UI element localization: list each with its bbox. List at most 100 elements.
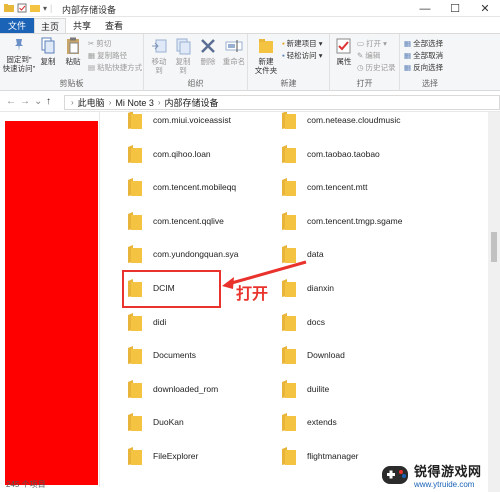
- copy-path-label: 复制路径: [97, 51, 128, 60]
- folder-item[interactable]: didi: [127, 312, 166, 332]
- folder-item[interactable]: com.tencent.mobileqq: [127, 177, 236, 197]
- easy-access-icon: ▪: [282, 51, 285, 60]
- folder-name: dianxin: [307, 283, 334, 293]
- folder-item[interactable]: com.miui.voiceassist: [127, 112, 231, 130]
- vertical-scrollbar[interactable]: [488, 112, 500, 492]
- folder-item[interactable]: extends: [281, 412, 337, 432]
- new-folder-button[interactable]: 新建 文件夹: [252, 37, 280, 75]
- up-button[interactable]: ↑: [46, 96, 51, 107]
- folder-icon: [282, 413, 296, 432]
- new-item-button[interactable]: ▪ 新建项目 ▾: [282, 38, 323, 49]
- forward-button[interactable]: →: [20, 96, 30, 107]
- minimize-button[interactable]: —: [410, 0, 440, 17]
- folder-item[interactable]: DuoKan: [127, 412, 184, 432]
- move-to-button[interactable]: 移动到: [148, 37, 170, 75]
- cut-button[interactable]: ✂ 剪切: [88, 38, 111, 49]
- folder-item[interactable]: Download: [281, 345, 345, 365]
- folder-item[interactable]: Documents: [127, 345, 196, 365]
- open-icon: ▭: [357, 39, 365, 48]
- recent-locations-button[interactable]: ⌄: [34, 96, 42, 107]
- tab-file[interactable]: 文件: [0, 18, 34, 33]
- breadcrumb-device[interactable]: Mi Note 3: [115, 98, 154, 108]
- tab-home[interactable]: 主页: [34, 18, 66, 33]
- rename-button[interactable]: 重命名: [222, 37, 246, 66]
- folder-icon: [282, 211, 296, 230]
- back-button[interactable]: ←: [6, 96, 16, 107]
- paste-icon: [67, 37, 79, 54]
- copy-button[interactable]: 复制: [38, 37, 58, 66]
- properties-icon[interactable]: [17, 3, 27, 13]
- folder-item[interactable]: FileExplorer: [127, 446, 198, 466]
- folder-icon: [4, 4, 14, 12]
- watermark-url: www.ytruide.com: [414, 480, 475, 489]
- paste-shortcut-icon: ▤: [88, 63, 96, 72]
- folder-item[interactable]: com.netease.cloudmusic: [281, 112, 401, 130]
- easy-access-button[interactable]: ▪ 轻松访问 ▾: [282, 50, 323, 61]
- easy-access-label: 轻松访问 ▾: [286, 51, 323, 60]
- folder-name: com.miui.voiceassist: [153, 115, 231, 125]
- history-button[interactable]: ◷ 历史记录: [357, 62, 396, 73]
- edit-icon: ✎: [357, 51, 364, 60]
- new-group-label: 新建: [280, 79, 297, 88]
- new-group: 新建 文件夹 ▪ 新建项目 ▾ ▪ 轻松访问 ▾ 新建: [248, 34, 330, 91]
- pin-quick-access-button[interactable]: 固定到" 快速访问": [2, 37, 36, 73]
- close-button[interactable]: ✕: [470, 0, 500, 17]
- folder-name: com.qihoo.loan: [153, 148, 211, 159]
- breadcrumb-this-pc[interactable]: 此电脑: [78, 96, 105, 109]
- copy-path-button[interactable]: ▦ 复制路径: [88, 50, 127, 61]
- breadcrumb-internal-storage[interactable]: 内部存储设备: [165, 96, 219, 109]
- tab-share[interactable]: 共享: [66, 18, 98, 33]
- select-none-label: 全部取消: [413, 51, 444, 60]
- select-all-button[interactable]: ▦ 全部选择: [404, 38, 443, 49]
- paste-button[interactable]: 粘贴: [62, 37, 84, 66]
- open-button[interactable]: ▭ 打开 ▾: [357, 38, 387, 49]
- folder-item[interactable]: com.taobao.taobao: [281, 144, 380, 164]
- open-group: 属性 ▭ 打开 ▾ ✎ 编辑 ◷ 历史记录 打开: [330, 34, 400, 91]
- invert-selection-button[interactable]: ▦ 反向选择: [404, 62, 443, 73]
- gamepad-logo-icon: [382, 466, 408, 484]
- paste-shortcut-button[interactable]: ▤ 粘贴快捷方式: [88, 62, 142, 73]
- organize-group: 移动到 复制到 删除 重命名 组织: [144, 34, 248, 91]
- copy-to-button[interactable]: 复制到: [172, 37, 194, 75]
- quick-access-toolbar: ▾ |: [4, 3, 52, 13]
- ribbon-tabs: 文件 主页 共享 查看: [0, 17, 500, 33]
- select-group: ▦ 全部选择 ▦ 全部取消 ▦ 反向选择 选择: [400, 34, 460, 91]
- select-none-button[interactable]: ▦ 全部取消: [404, 50, 443, 61]
- delete-button[interactable]: 删除: [198, 37, 218, 66]
- folder-item[interactable]: com.tencent.qqlive: [127, 211, 224, 231]
- folder-name: com.tencent.mtt: [307, 182, 368, 193]
- folder-item[interactable]: com.tencent.mtt: [281, 177, 367, 197]
- copy-path-icon: ▦: [88, 51, 96, 60]
- select-all-icon: ▦: [404, 39, 412, 48]
- folder-name: FileExplorer: [153, 451, 199, 461]
- properties-button[interactable]: 属性: [333, 37, 355, 66]
- folder-name: Download: [307, 350, 345, 361]
- folder-item[interactable]: com.qihoo.loan: [127, 144, 211, 164]
- folder-name: docs: [307, 316, 325, 327]
- navigation-pane[interactable]: [0, 112, 100, 487]
- folder-icon: [128, 447, 142, 465]
- folder-icon: [282, 447, 296, 465]
- watermark: 锐得游戏网 www.ytruide.com: [380, 458, 500, 492]
- scrollbar-thumb[interactable]: [491, 232, 497, 262]
- folder-item[interactable]: downloaded_rom: [127, 379, 218, 399]
- folder-item[interactable]: com.tencent.tmgp.sgame: [281, 211, 402, 231]
- qa-dropdown-icon[interactable]: ▾: [43, 4, 47, 13]
- history-icon: ◷: [357, 63, 364, 72]
- tab-view[interactable]: 查看: [98, 18, 130, 33]
- folder-item[interactable]: flightmanager: [281, 446, 359, 466]
- folder-icon: [282, 178, 296, 197]
- folder-icon: [128, 211, 142, 230]
- address-field[interactable]: › 此电脑 › Mi Note 3 › 内部存储设备: [64, 95, 500, 110]
- edit-button[interactable]: ✎ 编辑: [357, 50, 380, 61]
- new-folder-icon[interactable]: [30, 3, 40, 13]
- pin-quick-access-label: 固定到" 快速访问": [2, 55, 36, 73]
- maximize-button[interactable]: ☐: [440, 0, 470, 17]
- folder-name: flightmanager: [307, 451, 359, 461]
- breadcrumb-chevron-icon: ›: [108, 98, 112, 107]
- folder-name: com.tencent.tmgp.sgame: [307, 215, 403, 226]
- folder-item[interactable]: duilite: [281, 379, 329, 399]
- folder-item[interactable]: docs: [281, 312, 325, 332]
- folder-name: downloaded_rom: [153, 383, 219, 394]
- properties-icon: [336, 38, 351, 54]
